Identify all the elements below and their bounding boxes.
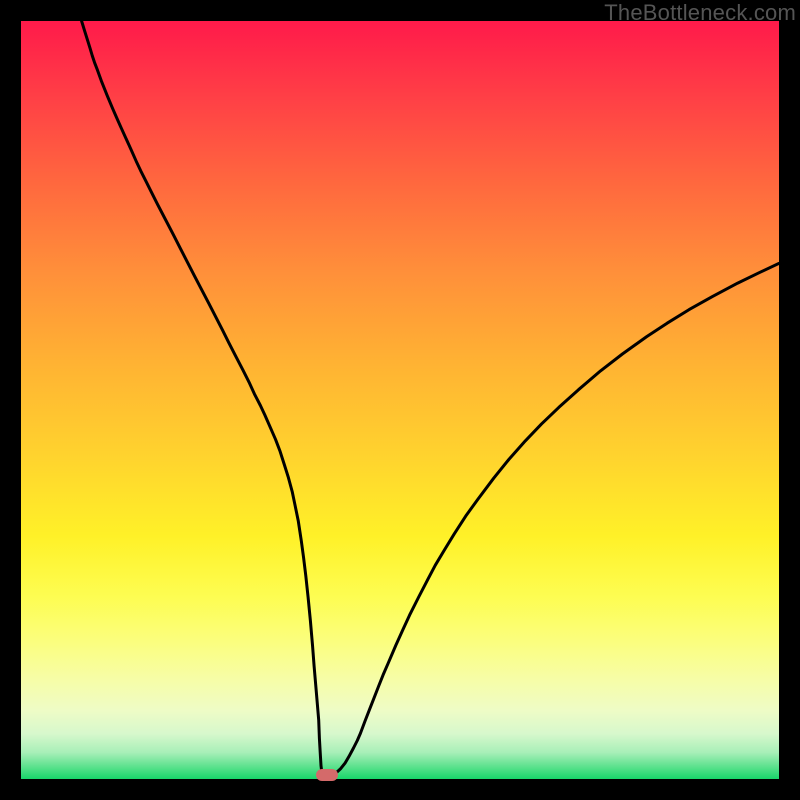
minimum-marker xyxy=(316,769,338,781)
bottleneck-curve-path xyxy=(82,21,779,775)
watermark-text: TheBottleneck.com xyxy=(604,0,796,26)
bottleneck-curve xyxy=(21,21,779,779)
